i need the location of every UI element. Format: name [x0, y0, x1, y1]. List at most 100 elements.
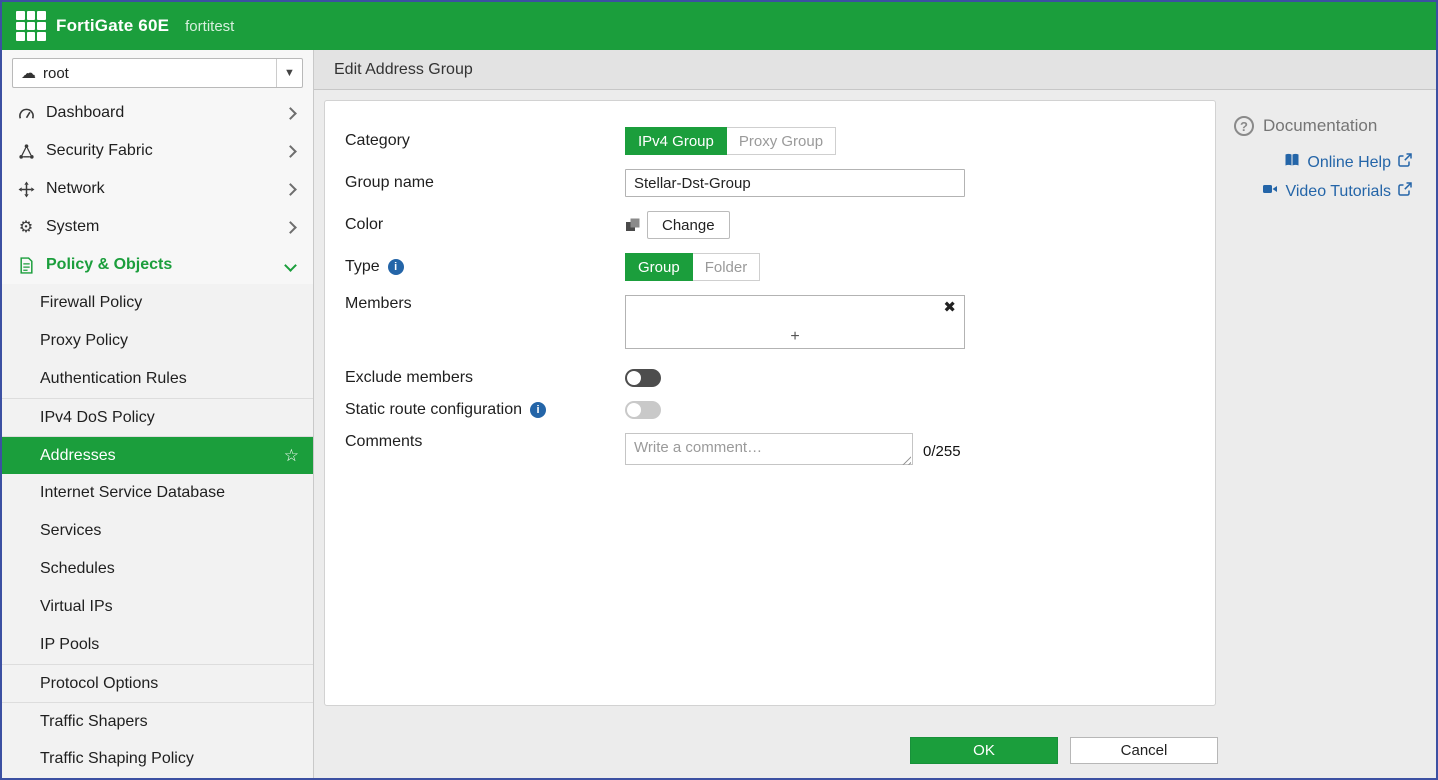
static-route-toggle: [625, 401, 661, 419]
comments-label: Comments: [345, 433, 625, 451]
sidebar-item-label: Policy & Objects: [46, 256, 172, 274]
sidebar-item-label: Traffic Shaping Policy: [40, 750, 194, 768]
dashboard-icon: [16, 105, 36, 122]
sidebar-item-label: Internet Service Database: [40, 484, 225, 502]
sidebar-item-network[interactable]: Network: [2, 170, 313, 208]
sidebar-item-label: Proxy Policy: [40, 332, 128, 350]
sidebar-item-security-fabric[interactable]: Security Fabric: [2, 132, 313, 170]
sidebar-item-dashboard[interactable]: Dashboard: [2, 94, 313, 132]
type-option-folder[interactable]: Folder: [693, 253, 761, 281]
add-member-button[interactable]: +: [626, 328, 964, 346]
network-icon: [16, 181, 36, 198]
sidebar: ☁ root ▼ Dashboard Security Fabric: [2, 50, 314, 778]
security-fabric-icon: [16, 143, 36, 160]
sidebar-item-label: System: [46, 218, 99, 236]
sidebar-item-label: Firewall Policy: [40, 294, 142, 312]
main-content: Edit Address Group Category IPv4 Group P…: [314, 50, 1436, 778]
fortinet-logo-icon: [16, 11, 46, 41]
type-row: Type i Group Folder: [345, 253, 1195, 281]
sidebar-item-label: Dashboard: [46, 104, 124, 122]
group-name-input[interactable]: [625, 169, 965, 197]
app-title: FortiGate 60E: [56, 16, 169, 36]
color-label: Color: [345, 216, 625, 234]
edit-address-group-form: Category IPv4 Group Proxy Group Group na…: [324, 100, 1216, 706]
book-icon: [1284, 152, 1300, 173]
sidebar-item-ipv4-dos-policy[interactable]: IPv4 DoS Policy: [2, 398, 313, 436]
gear-icon: ⚙: [16, 217, 36, 237]
category-segmented-control: IPv4 Group Proxy Group: [625, 127, 836, 155]
sidebar-item-label: Addresses: [40, 447, 116, 465]
app-window: FortiGate 60E fortitest ☁ root ▼ Dashboa…: [0, 0, 1438, 780]
form-footer: OK Cancel: [314, 737, 1218, 778]
external-link-icon: [1398, 182, 1412, 201]
sidebar-item-label: Protocol Options: [40, 675, 158, 693]
online-help-link[interactable]: Online Help: [1284, 152, 1412, 173]
hostname: fortitest: [185, 18, 234, 35]
ok-button[interactable]: OK: [910, 737, 1058, 764]
video-tutorials-link[interactable]: Video Tutorials: [1262, 181, 1412, 202]
color-swatch-icon: [625, 217, 641, 233]
sidebar-item-label: Security Fabric: [46, 142, 153, 160]
comments-counter: 0/255: [923, 443, 961, 460]
vdom-name: root: [43, 65, 276, 82]
static-route-label: Static route configuration: [345, 401, 522, 419]
policy-objects-icon: [16, 257, 36, 274]
sidebar-item-label: Virtual IPs: [40, 598, 113, 616]
exclude-members-row: Exclude members: [345, 369, 1195, 387]
sidebar-item-traffic-shaping-policy[interactable]: Traffic Shaping Policy: [2, 740, 313, 778]
group-name-label: Group name: [345, 174, 625, 192]
type-label: Type: [345, 258, 380, 276]
page-title: Edit Address Group: [314, 50, 1436, 90]
color-change-button[interactable]: Change: [647, 211, 730, 239]
question-circle-icon: ?: [1234, 116, 1254, 136]
chevron-right-icon: [284, 221, 297, 234]
chevron-right-icon: [284, 107, 297, 120]
clear-members-icon[interactable]: ✖: [943, 298, 956, 316]
sidebar-item-firewall-policy[interactable]: Firewall Policy: [2, 284, 313, 322]
external-link-icon: [1398, 153, 1412, 172]
sidebar-item-label: Authentication Rules: [40, 370, 187, 388]
chevron-down-icon: ▼: [276, 59, 302, 87]
video-camera-icon: [1262, 181, 1278, 202]
members-row: Members ✖ +: [345, 295, 1195, 349]
chevron-right-icon: [284, 145, 297, 158]
category-label: Category: [345, 132, 625, 150]
members-select-box[interactable]: ✖ +: [625, 295, 965, 349]
comments-textarea[interactable]: [625, 433, 913, 465]
sidebar-item-schedules[interactable]: Schedules: [2, 550, 313, 588]
color-row: Color Change: [345, 211, 1195, 239]
type-option-group[interactable]: Group: [625, 253, 693, 281]
info-icon[interactable]: i: [388, 259, 404, 275]
chevron-down-icon: [284, 259, 297, 272]
sidebar-item-proxy-policy[interactable]: Proxy Policy: [2, 322, 313, 360]
members-label: Members: [345, 295, 625, 313]
sidebar-item-protocol-options[interactable]: Protocol Options: [2, 664, 313, 702]
sidebar-item-services[interactable]: Services: [2, 512, 313, 550]
sidebar-item-label: Schedules: [40, 560, 115, 578]
cancel-button[interactable]: Cancel: [1070, 737, 1218, 764]
exclude-members-label: Exclude members: [345, 369, 625, 387]
vdom-selector[interactable]: ☁ root ▼: [12, 58, 303, 88]
sidebar-item-policy-objects[interactable]: Policy & Objects: [2, 246, 313, 284]
favorite-star-icon[interactable]: ☆: [284, 446, 299, 466]
documentation-panel: ? Documentation Online Help: [1216, 100, 1436, 733]
sidebar-item-virtual-ips[interactable]: Virtual IPs: [2, 588, 313, 626]
static-route-row: Static route configuration i: [345, 401, 1195, 419]
category-option-proxy-group[interactable]: Proxy Group: [727, 127, 836, 155]
sidebar-item-label: Services: [40, 522, 101, 540]
type-segmented-control: Group Folder: [625, 253, 760, 281]
sidebar-item-system[interactable]: ⚙ System: [2, 208, 313, 246]
sidebar-item-addresses[interactable]: Addresses ☆: [2, 436, 313, 474]
sidebar-item-authentication-rules[interactable]: Authentication Rules: [2, 360, 313, 398]
exclude-members-toggle[interactable]: [625, 369, 661, 387]
sidebar-item-ip-pools[interactable]: IP Pools: [2, 626, 313, 664]
comments-row: Comments 0/255: [345, 433, 1195, 470]
sidebar-item-traffic-shapers[interactable]: Traffic Shapers: [2, 702, 313, 740]
category-row: Category IPv4 Group Proxy Group: [345, 127, 1195, 155]
cloud-icon: ☁: [21, 64, 36, 82]
category-option-ipv4-group[interactable]: IPv4 Group: [625, 127, 727, 155]
top-bar: FortiGate 60E fortitest: [2, 2, 1436, 50]
chevron-right-icon: [284, 183, 297, 196]
sidebar-item-internet-service-database[interactable]: Internet Service Database: [2, 474, 313, 512]
info-icon[interactable]: i: [530, 402, 546, 418]
